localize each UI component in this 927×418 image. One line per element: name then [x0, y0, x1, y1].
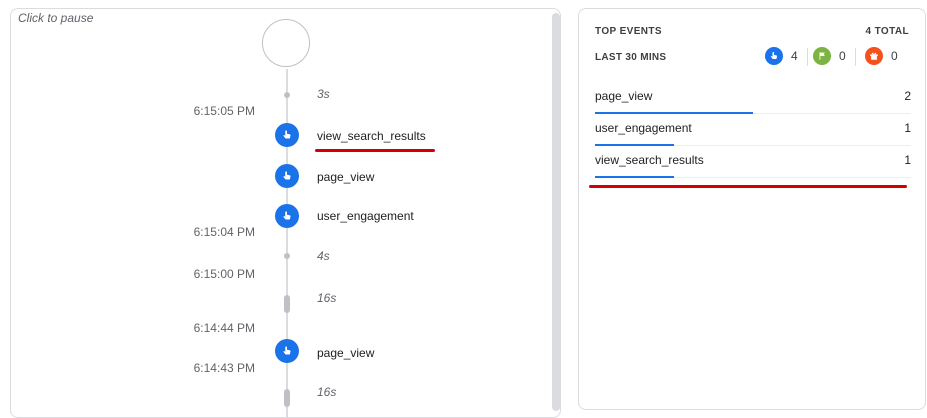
vertical-scrollbar[interactable] — [552, 13, 560, 411]
conversion-event-counter: 0 — [813, 47, 846, 65]
pointer-icon — [765, 47, 783, 65]
event-count: 1 — [904, 121, 911, 135]
timeline-line — [286, 69, 288, 417]
pointer-icon[interactable] — [275, 339, 299, 363]
event-share-bar — [595, 176, 674, 178]
top-event-row[interactable]: user_engagement 1 — [595, 113, 911, 146]
timeline-time-label: 6:14:44 PM — [193, 321, 255, 335]
pointer-icon[interactable] — [275, 164, 299, 188]
card-title: TOP EVENTS — [595, 26, 662, 37]
click-to-pause-hint[interactable]: Click to pause — [18, 11, 93, 25]
red-annotation-underline — [589, 185, 907, 188]
flag-icon — [813, 47, 831, 65]
timeline-gap-label: 4s — [317, 249, 330, 263]
time-period-label: LAST 30 MINS — [595, 52, 667, 63]
event-count: 1 — [904, 153, 911, 167]
timeline-gap-dot — [284, 253, 290, 259]
event-name[interactable]: view_search_results — [595, 153, 704, 167]
timeline-event-name[interactable]: page_view — [317, 346, 374, 360]
timeline-gap-bar — [284, 295, 290, 313]
counter-divider — [807, 48, 808, 66]
timeline-event-name[interactable]: page_view — [317, 170, 374, 184]
current-moment-circle — [262, 19, 310, 67]
event-stream-panel[interactable]: Click to pause 3s 6:15:05 PM view_search… — [10, 8, 561, 418]
pointer-event-counter: 4 — [765, 47, 798, 65]
timeline-time-label: 6:15:00 PM — [193, 267, 255, 281]
timeline-event-name[interactable]: user_engagement — [317, 209, 414, 223]
ecommerce-event-counter: 0 — [865, 47, 898, 65]
timeline-gap-label: 16s — [317, 385, 337, 399]
timeline-gap-bar — [284, 389, 290, 407]
top-event-row[interactable]: page_view 2 — [595, 81, 911, 114]
top-events-card: TOP EVENTS 4 TOTAL LAST 30 MINS 4 0 0 pa… — [578, 8, 926, 410]
timeline-gap-label: 3s — [317, 87, 330, 101]
timeline-time-label: 6:15:04 PM — [193, 225, 255, 239]
timeline-time-label: 6:15:05 PM — [193, 104, 255, 118]
event-count: 2 — [904, 89, 911, 103]
counter-value: 4 — [791, 49, 798, 63]
timeline-gap-label: 16s — [317, 291, 337, 305]
red-annotation-underline — [315, 149, 435, 152]
timeline-time-label: 6:14:43 PM — [193, 361, 255, 375]
pointer-icon[interactable] — [275, 204, 299, 228]
top-event-row[interactable]: view_search_results 1 — [595, 145, 911, 178]
counter-divider — [855, 48, 856, 66]
timeline-gap-dot — [284, 92, 290, 98]
counter-value: 0 — [891, 49, 898, 63]
events-total: 4 TOTAL — [865, 26, 909, 37]
gift-icon — [865, 47, 883, 65]
event-name[interactable]: page_view — [595, 89, 652, 103]
event-name[interactable]: user_engagement — [595, 121, 692, 135]
pointer-icon[interactable] — [275, 123, 299, 147]
counter-value: 0 — [839, 49, 846, 63]
timeline-event-name[interactable]: view_search_results — [317, 129, 426, 143]
